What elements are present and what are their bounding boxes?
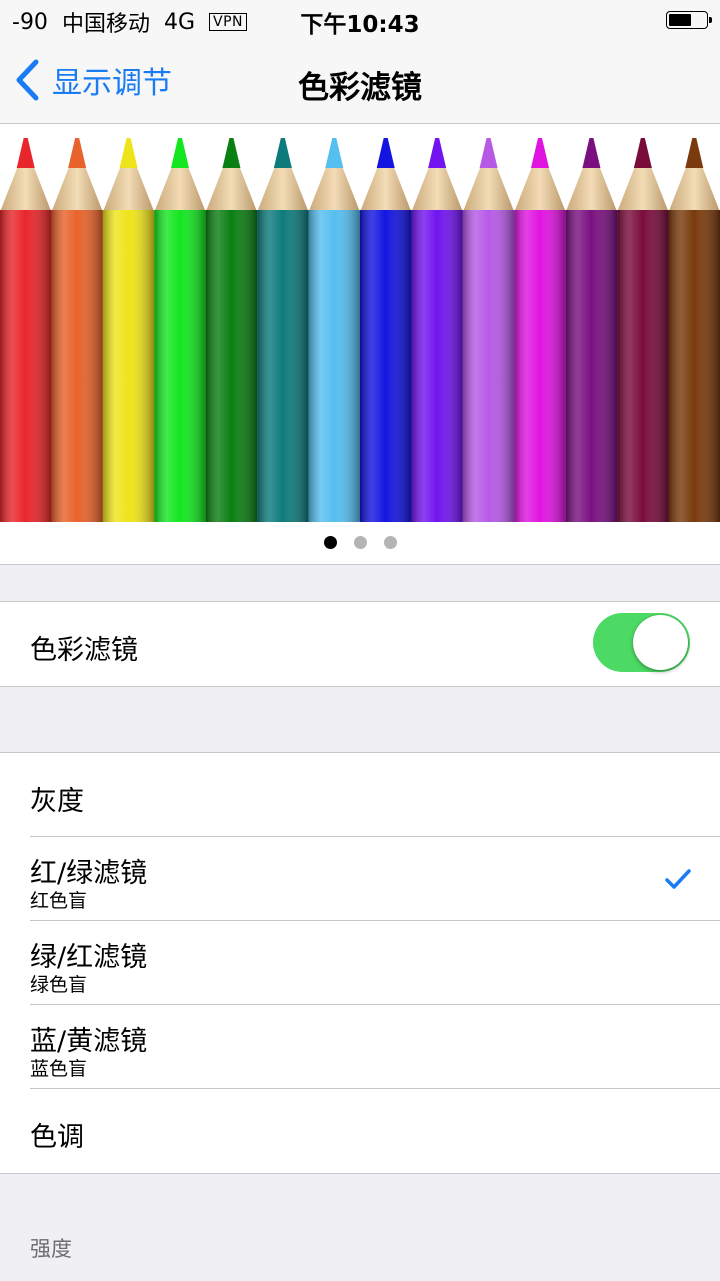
color-preview-carousel[interactable] <box>0 124 720 565</box>
pencil <box>0 138 52 522</box>
color-filter-switch[interactable] <box>593 613 690 672</box>
filter-option-red-green[interactable]: 红/绿滤镜 红色盲 <box>0 837 720 921</box>
status-bar: -90 中国移动 4G VPN 下午10:43 <box>0 0 720 40</box>
filter-option-title: 色调 <box>30 1122 84 1153</box>
pencil <box>154 138 206 522</box>
color-filter-toggle-row: 色彩滤镜 <box>0 602 720 686</box>
page-dot[interactable] <box>383 536 397 549</box>
pencil <box>565 138 618 522</box>
pencil <box>102 138 155 522</box>
filter-option-subtitle: 绿色盲 <box>30 974 88 996</box>
filter-option-title: 绿/红滤镜 <box>30 942 148 973</box>
pencil <box>360 138 412 522</box>
pencil <box>514 138 566 522</box>
pencil <box>617 138 669 522</box>
filter-option-color-tint[interactable]: 色调 <box>0 1089 720 1173</box>
filter-toggle-group: 色彩滤镜 <box>0 601 720 687</box>
pencil <box>411 138 463 522</box>
navigation-bar: 显示调节 色彩滤镜 <box>0 40 720 124</box>
page-dot[interactable] <box>353 536 367 549</box>
filter-options-list: 灰度 红/绿滤镜 红色盲 绿/红滤镜 绿色盲 蓝/黄滤镜 蓝色盲 色调 <box>0 752 720 1174</box>
pencil <box>308 138 360 522</box>
switch-knob <box>633 615 688 670</box>
filter-option-green-red[interactable]: 绿/红滤镜 绿色盲 <box>0 921 720 1005</box>
page-dot[interactable] <box>323 536 337 549</box>
color-filter-label: 色彩滤镜 <box>30 635 138 666</box>
pencil <box>668 138 720 522</box>
pencil <box>462 138 515 522</box>
filter-option-grayscale[interactable]: 灰度 <box>0 753 720 837</box>
battery-icon <box>666 11 712 29</box>
pencil <box>205 138 258 522</box>
colored-pencils-image <box>0 138 720 522</box>
status-time: 下午10:43 <box>300 12 420 38</box>
pencil <box>257 138 309 522</box>
filter-option-subtitle: 红色盲 <box>30 890 88 912</box>
filter-option-blue-yellow[interactable]: 蓝/黄滤镜 蓝色盲 <box>0 1005 720 1089</box>
filter-option-title: 红/绿滤镜 <box>30 858 148 889</box>
page-indicator[interactable] <box>0 536 720 549</box>
pencil <box>51 138 103 522</box>
intensity-section-header: 强度 <box>30 1237 72 1261</box>
filter-option-title: 蓝/黄滤镜 <box>30 1026 148 1057</box>
page-title: 色彩滤镜 <box>298 70 422 106</box>
filter-option-subtitle: 蓝色盲 <box>30 1058 88 1080</box>
checkmark-icon <box>665 869 691 889</box>
filter-option-title: 灰度 <box>30 786 84 817</box>
